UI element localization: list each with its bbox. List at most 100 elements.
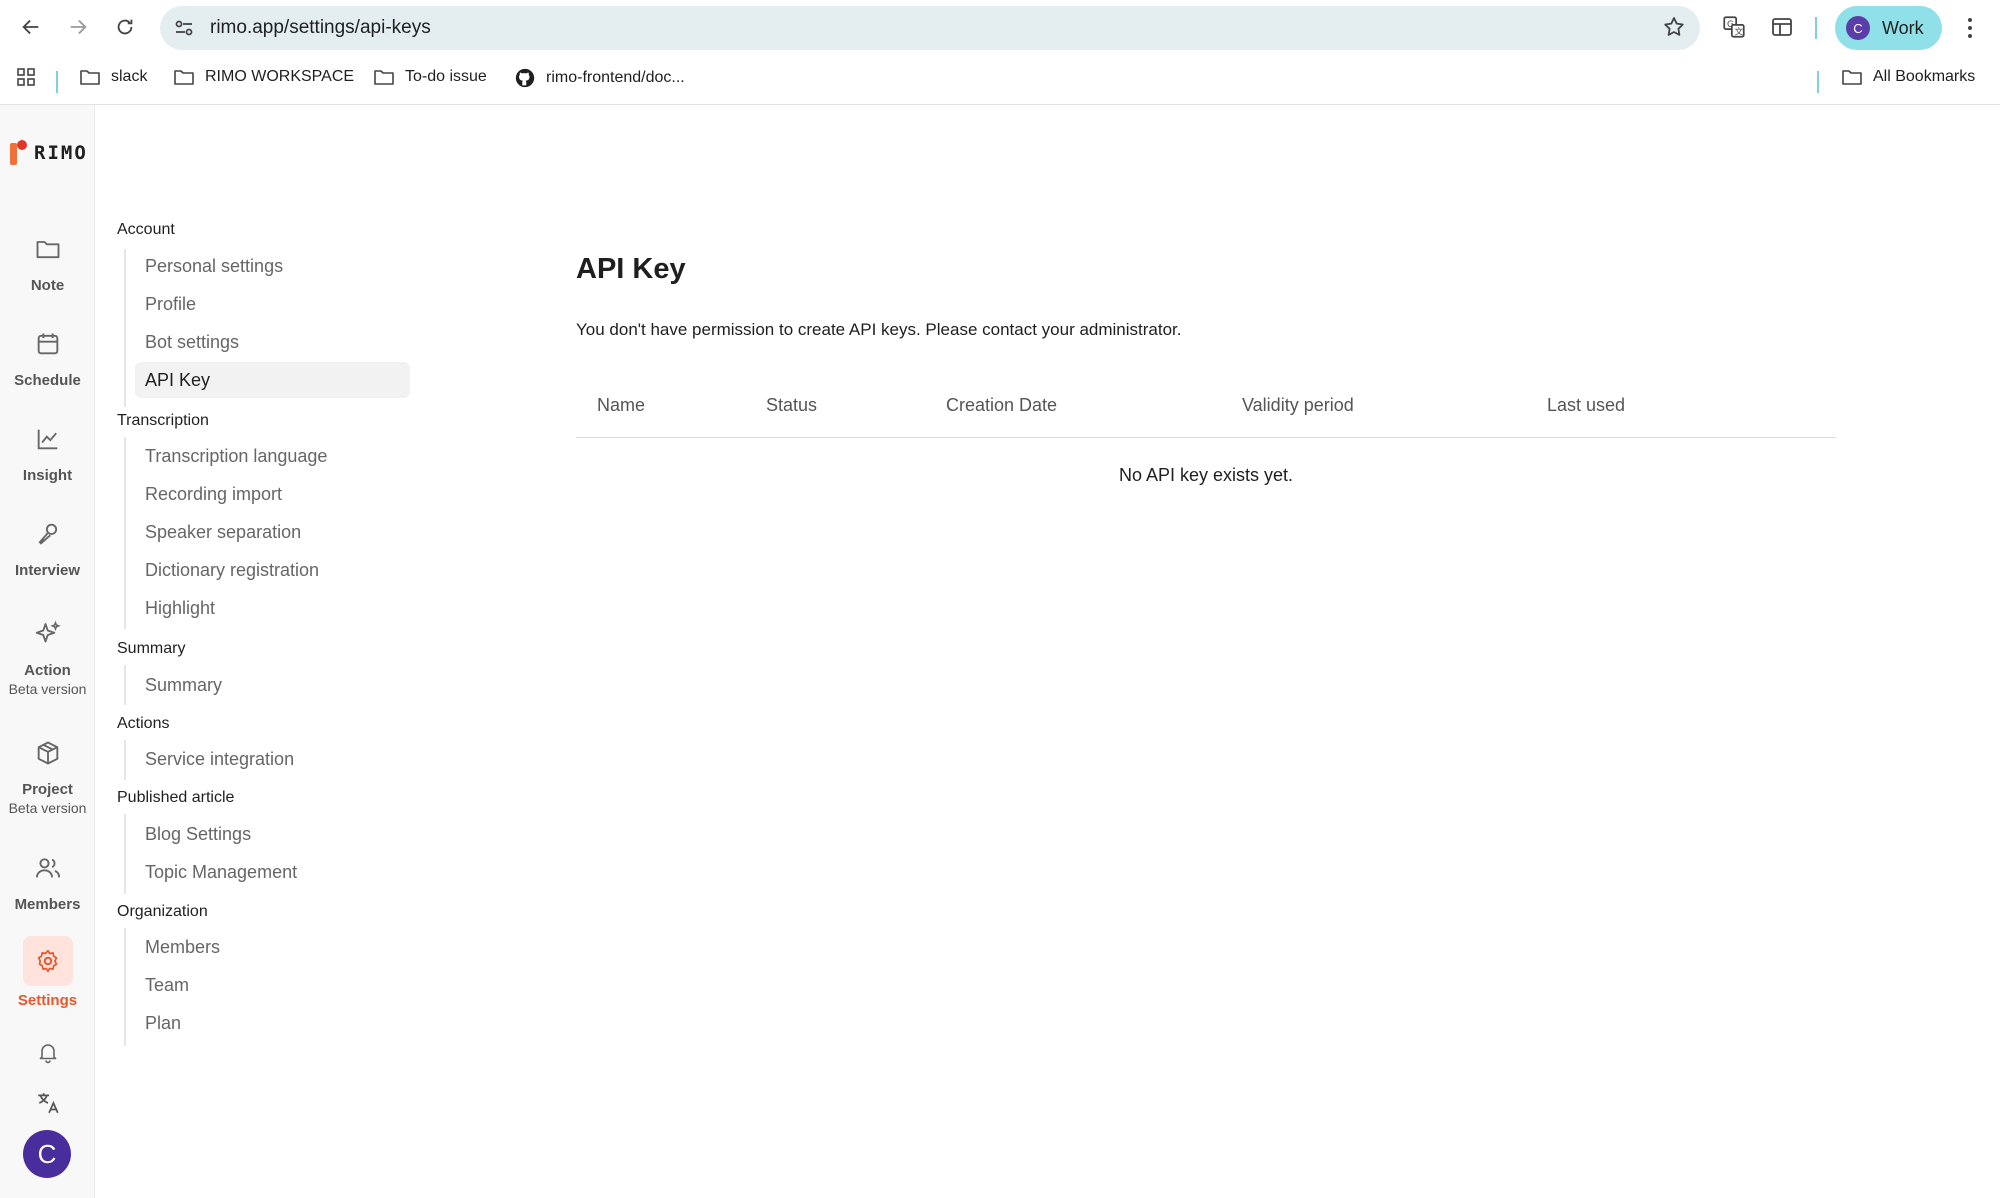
group-line: [124, 665, 126, 705]
settings-item-transcription-language[interactable]: Transcription language: [135, 438, 410, 474]
logo-mark-icon: [10, 140, 28, 166]
nav-action[interactable]: Action Beta version: [0, 612, 95, 697]
nav-insight[interactable]: Insight: [0, 417, 95, 484]
profile-avatar: C: [1846, 16, 1870, 40]
bookmark-rimo-frontend[interactable]: rimo-frontend/doc...: [514, 67, 685, 89]
settings-group-published-article: Published article: [117, 789, 235, 806]
folder-icon: [374, 70, 394, 85]
url-text: rimo.app/settings/api-keys: [210, 17, 431, 38]
bookmarks-divider: [1817, 71, 1819, 93]
side-panel-icon[interactable]: [1767, 12, 1797, 42]
nav-settings[interactable]: Settings: [0, 936, 95, 1009]
address-bar[interactable]: rimo.app/settings/api-keys: [160, 6, 1700, 50]
translate-icon[interactable]: G文: [1719, 12, 1749, 42]
settings-group-summary: Summary: [117, 640, 186, 657]
nav-members-label: Members: [14, 896, 81, 913]
column-header-status: Status: [766, 395, 818, 415]
page-title: API Key: [576, 253, 686, 285]
package-icon: [37, 741, 58, 765]
nav-project[interactable]: Project Beta version: [0, 731, 95, 816]
microphone-icon: [38, 523, 57, 545]
settings-item-recording-import[interactable]: Recording import: [135, 476, 410, 512]
settings-item-members[interactable]: Members: [135, 929, 410, 965]
nav-note[interactable]: Note: [0, 227, 95, 294]
nav-schedule[interactable]: Schedule: [0, 322, 95, 389]
calendar-icon: [37, 333, 58, 355]
bookmark-label: RIMO WORKSPACE: [205, 68, 355, 85]
group-line: [124, 740, 126, 780]
sparkle-icon: [35, 620, 61, 643]
column-header-validity-period: Validity period: [1242, 395, 1354, 415]
column-header-creation-date: Creation Date: [946, 395, 1058, 415]
folder-icon: [174, 70, 194, 85]
settings-group-actions: Actions: [117, 715, 170, 732]
settings-item-dictionary-registration[interactable]: Dictionary registration: [135, 552, 410, 588]
translate-icon: [37, 1093, 59, 1114]
settings-item-profile[interactable]: Profile: [135, 286, 410, 322]
settings-item-team[interactable]: Team: [135, 967, 410, 1003]
nav-action-label: Action: [24, 662, 71, 679]
toolbar-divider: [1815, 17, 1817, 39]
apps-grid-icon[interactable]: [16, 67, 36, 87]
nav-insight-label: Insight: [22, 467, 73, 484]
github-icon: [515, 68, 535, 88]
nav-project-badge: Beta version: [8, 800, 87, 816]
nav-settings-label: Settings: [17, 992, 78, 1009]
reload-button[interactable]: [108, 10, 142, 44]
folder-icon: [80, 70, 100, 85]
bookmarks-divider: [56, 71, 58, 93]
nav-action-badge: Beta version: [8, 681, 87, 697]
gear-icon: [37, 949, 57, 973]
settings-item-bot-settings[interactable]: Bot settings: [135, 324, 410, 360]
settings-item-api-key[interactable]: API Key: [135, 362, 410, 398]
browser-menu-icon[interactable]: [1958, 11, 1982, 45]
users-icon: [35, 858, 60, 878]
settings-item-personal-settings[interactable]: Personal settings: [135, 248, 410, 284]
group-line: [124, 928, 126, 1046]
bookmark-todo-issue[interactable]: To-do issue: [373, 67, 487, 87]
settings-group-account: Account: [117, 221, 175, 238]
profile-button[interactable]: C Work: [1835, 6, 1942, 50]
group-line: [124, 249, 126, 407]
folder-icon: [36, 241, 59, 259]
logo-text: RIMO: [34, 142, 88, 164]
forward-button[interactable]: [61, 10, 95, 44]
svg-text:文: 文: [1735, 26, 1744, 38]
all-bookmarks-label: All Bookmarks: [1873, 68, 1976, 85]
nav-interview-label: Interview: [14, 562, 81, 579]
settings-item-service-integration[interactable]: Service integration: [135, 741, 410, 777]
empty-state-message: No API key exists yet.: [1118, 465, 1294, 485]
settings-item-summary[interactable]: Summary: [135, 667, 410, 703]
profile-name: Work: [1882, 18, 1924, 38]
group-line: [124, 814, 126, 894]
settings-item-topic-management[interactable]: Topic Management: [135, 854, 410, 890]
nav-interview[interactable]: Interview: [0, 512, 95, 579]
bookmark-star-icon[interactable]: [1662, 15, 1686, 39]
arrow-left-icon: [22, 19, 39, 35]
nav-members[interactable]: Members: [0, 846, 95, 913]
notifications-button[interactable]: [0, 1030, 95, 1074]
site-settings-icon[interactable]: [172, 16, 196, 40]
bookmark-slack[interactable]: slack: [79, 67, 147, 87]
folder-icon: [1842, 70, 1862, 85]
rimo-logo[interactable]: RIMO: [10, 140, 88, 166]
settings-item-highlight[interactable]: Highlight: [135, 590, 410, 626]
arrow-right-icon: [70, 19, 87, 35]
bell-icon: [39, 1044, 56, 1064]
user-avatar[interactable]: C: [23, 1130, 71, 1178]
app-sidebar: RIMO Note Schedule Insight Interview Act…: [0, 105, 95, 1198]
all-bookmarks-button[interactable]: All Bookmarks: [1841, 67, 1975, 87]
bookmark-label: To-do issue: [405, 68, 487, 85]
settings-item-speaker-separation[interactable]: Speaker separation: [135, 514, 410, 550]
nav-schedule-label: Schedule: [14, 372, 81, 389]
bookmark-rimo-workspace[interactable]: RIMO WORKSPACE: [173, 67, 354, 87]
back-button[interactable]: [14, 10, 48, 44]
language-button[interactable]: [0, 1081, 95, 1125]
settings-item-blog-settings[interactable]: Blog Settings: [135, 816, 410, 852]
table-header: Name Status Creation Date Validity perio…: [576, 373, 1836, 438]
settings-nav: Account Personal settings Profile Bot se…: [95, 105, 425, 1198]
permission-notice: You don't have permission to create API …: [576, 320, 1182, 339]
nav-project-label: Project: [22, 781, 73, 798]
group-line: [124, 437, 126, 629]
settings-item-plan[interactable]: Plan: [135, 1005, 410, 1041]
